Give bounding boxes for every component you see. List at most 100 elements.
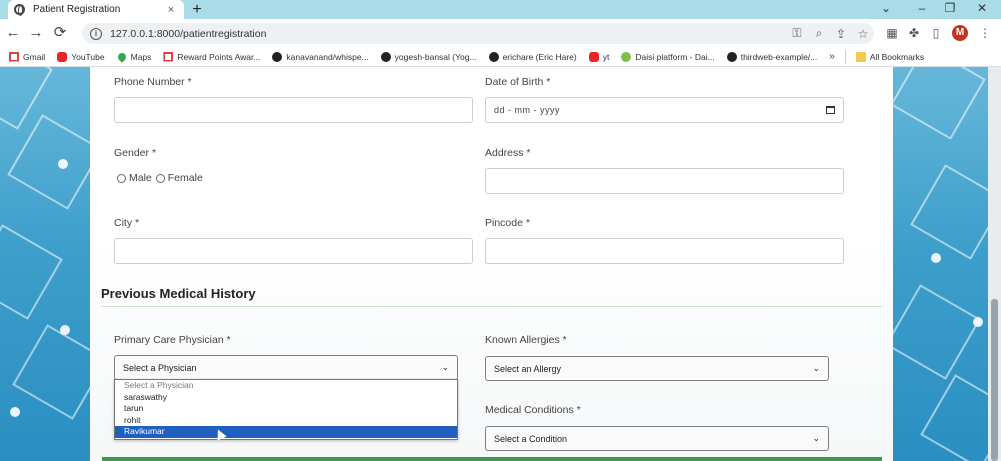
side-panel-icon[interactable]: ▯ [928, 26, 944, 40]
minimize-button[interactable]: – [912, 0, 932, 19]
bookmark-yogesh-bansal[interactable]: yogesh-bansal (Yog... [380, 51, 477, 62]
bookmark-erichare[interactable]: erichare (Eric Hare) [488, 51, 577, 62]
condition-selected-value: Select a Condition [494, 433, 568, 444]
physician-option-saraswathy[interactable]: saraswathy [115, 392, 457, 404]
calendar-icon[interactable] [826, 106, 835, 114]
bookmarks-divider [844, 49, 846, 64]
bookmark-youtube[interactable]: YouTube [57, 51, 105, 62]
phone-number-label: Phone Number * [114, 76, 192, 88]
bookmark-yt[interactable]: yt [588, 51, 610, 62]
tab-strip: Patient Registration × + ⌄ – ❐ ✕ [0, 0, 1001, 19]
globe-icon [14, 4, 25, 16]
bookmark-label: Gmail [23, 51, 46, 62]
chevron-down-icon: ⌄ [812, 433, 820, 443]
bookmark-label: yogesh-bansal (Yog... [394, 51, 477, 62]
bookmark-maps[interactable]: Maps [115, 50, 152, 63]
browser-toolbar: ← → ⟳ i 127.0.0.1:8000/patientregistrati… [0, 19, 1001, 47]
allergy-select[interactable]: Select an Allergy ⌄ [485, 356, 829, 381]
physician-selected-value: Select a Physician [123, 362, 197, 373]
tab-patient-registration[interactable]: Patient Registration × [8, 0, 184, 19]
known-allergies-label: Known Allergies * [485, 334, 567, 346]
key-icon[interactable]: ⚿ [786, 26, 808, 41]
physician-option-placeholder[interactable]: Select a Physician [115, 380, 457, 392]
hexagon-decoration [885, 284, 981, 380]
maps-icon [115, 50, 128, 63]
bookmark-label: Maps [130, 51, 152, 62]
city-input[interactable] [114, 238, 473, 264]
gmail-icon [9, 51, 19, 62]
pincode-input[interactable] [485, 238, 844, 264]
extension-icon[interactable]: ▦ [884, 26, 900, 40]
url-text[interactable]: 127.0.0.1:8000/patientregistration [110, 28, 786, 40]
github-icon [380, 51, 391, 62]
back-button[interactable]: ← [5, 24, 21, 42]
bookmark-gmail[interactable]: Gmail [9, 51, 46, 62]
gender-radio-group: Male Female [117, 172, 203, 184]
hexagon-decoration [0, 224, 63, 320]
star-icon[interactable]: ☆ [852, 27, 874, 41]
hexagon-decoration [7, 114, 103, 210]
primary-care-physician-label: Primary Care Physician * [114, 334, 231, 346]
address-input[interactable] [485, 168, 844, 194]
physician-option-tarun[interactable]: tarun [115, 403, 457, 415]
menu-icon[interactable]: ⋮ [977, 26, 993, 40]
bookmark-kanavanand[interactable]: kanavanand/whispe... [272, 51, 369, 62]
physician-option-rohit[interactable]: rohit [115, 415, 457, 427]
scrollbar-thumb[interactable] [991, 299, 998, 461]
page-scrollbar[interactable] [988, 67, 1001, 461]
address-bar[interactable]: i 127.0.0.1:8000/patientregistration ⚿ ⌕… [82, 23, 874, 44]
pincode-label: Pincode * [485, 217, 530, 229]
physician-dropdown-list: Select a Physician saraswathy tarun rohi… [114, 379, 458, 440]
zoom-icon[interactable]: ⌕ [808, 26, 830, 41]
bookmark-daisi[interactable]: Daisi platform - Dai... [621, 51, 715, 62]
date-of-birth-input[interactable]: dd - mm - yyyy [485, 97, 844, 123]
submit-button[interactable] [102, 457, 882, 461]
background-pattern-right [885, 67, 1001, 461]
condition-select[interactable]: Select a Condition ⌄ [485, 426, 829, 451]
allergy-selected-value: Select an Allergy [494, 363, 562, 374]
gender-label: Gender * [114, 147, 157, 159]
bookmarks-bar: Gmail YouTube Maps Reward Points Awar...… [0, 47, 1001, 67]
tab-title: Patient Registration [33, 4, 121, 15]
close-window-button[interactable]: ✕ [972, 0, 992, 19]
male-label: Male [129, 172, 152, 184]
section-title-medical-history: Previous Medical History [101, 286, 256, 301]
male-radio[interactable] [117, 173, 126, 183]
city-label: City * [114, 217, 140, 229]
female-radio[interactable] [155, 173, 165, 183]
new-tab-button[interactable]: + [190, 0, 204, 19]
forward-button[interactable]: → [28, 24, 44, 42]
date-placeholder: dd - mm - yyyy [494, 105, 561, 115]
node-dot [10, 407, 20, 417]
youtube-icon [57, 51, 68, 62]
puzzle-icon[interactable]: ✤ [906, 26, 922, 40]
reload-button[interactable]: ⟳ [52, 24, 68, 42]
tab-search-icon[interactable]: ⌄ [876, 0, 896, 19]
github-icon [488, 51, 499, 62]
tab-close-icon[interactable]: × [164, 4, 178, 16]
node-dot [58, 159, 68, 169]
bookmark-label: Daisi platform - Dai... [635, 51, 715, 62]
bookmark-label: kanavanand/whispe... [286, 51, 369, 62]
node-dot [931, 253, 941, 263]
more-bookmarks-chevron-icon[interactable]: » [829, 51, 835, 62]
profile-avatar[interactable]: M [952, 25, 968, 41]
share-icon[interactable]: ⇪ [830, 27, 852, 41]
site-info-icon[interactable]: i [90, 27, 102, 40]
all-bookmarks[interactable]: All Bookmarks [855, 51, 924, 62]
chevron-down-icon: ⌄ [812, 363, 820, 373]
physician-option-ravikumar[interactable]: Ravikumar [115, 426, 457, 438]
section-divider [101, 306, 882, 307]
phone-number-input[interactable] [114, 97, 473, 123]
bookmark-reward-points[interactable]: Reward Points Awar... [163, 51, 261, 62]
maximize-button[interactable]: ❐ [940, 0, 960, 19]
background-pattern-left [0, 67, 108, 461]
bookmark-label: Reward Points Awar... [177, 51, 261, 62]
hexagon-decoration [890, 67, 986, 140]
address-label: Address * [485, 147, 531, 159]
physician-select[interactable]: Select a Physician ⌄ [114, 355, 458, 380]
bookmark-label: yt [602, 51, 610, 62]
youtube-icon [588, 51, 599, 62]
github-icon [726, 51, 737, 62]
bookmark-thirdweb[interactable]: thirdweb-example/... [726, 51, 817, 62]
